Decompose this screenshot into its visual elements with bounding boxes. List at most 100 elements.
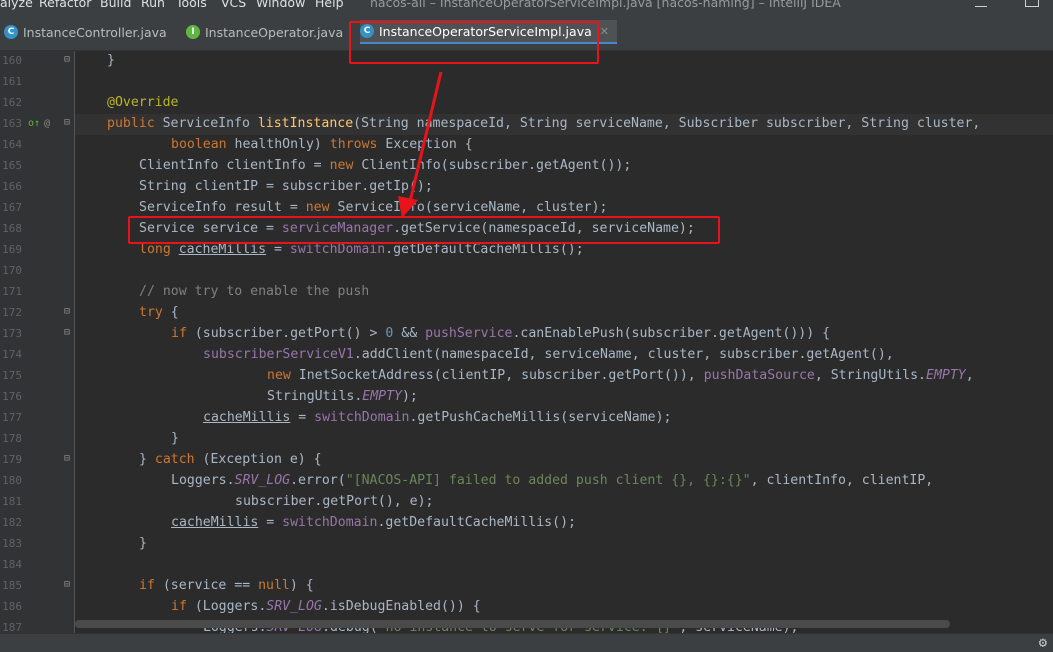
menu-run[interactable]: Run <box>141 0 165 10</box>
tab-instance-controller[interactable]: C InstanceController.java <box>4 20 167 44</box>
code-token: EMPTY <box>362 389 402 404</box>
tab-label: InstanceOperator.java <box>205 24 344 40</box>
menu-help[interactable]: Help <box>315 0 344 10</box>
menu-tools[interactable]: Tools <box>176 0 207 10</box>
code-token: new <box>267 368 299 383</box>
line-number: 162 <box>2 96 22 109</box>
code-line: } <box>139 533 147 554</box>
line-number: 169 <box>2 243 22 256</box>
code-token: switchDomain <box>282 515 378 530</box>
interface-icon: I <box>186 25 200 39</box>
menu-refactor[interactable]: Refactor <box>39 0 91 10</box>
line-number: 160 <box>2 54 22 67</box>
code-highlight-box <box>128 216 720 244</box>
fold-icon[interactable]: ⊟ <box>64 579 70 590</box>
code-token: ClientInfo clientInfo = <box>139 158 330 173</box>
code-token: ServiceInfo(serviceName, cluster); <box>337 200 608 215</box>
minimize-icon[interactable] <box>975 0 987 7</box>
line-number: 181 <box>2 495 22 508</box>
code-token: // now try to enable the push <box>139 284 370 299</box>
tab-label: InstanceController.java <box>23 24 167 40</box>
code-token: "[NACOS-API] failed to added push client… <box>345 473 751 488</box>
fold-icon[interactable]: ⊟ <box>64 117 70 128</box>
class-icon: C <box>4 25 18 39</box>
fold-icon[interactable]: ⊟ <box>64 327 70 338</box>
code-line: @Override <box>107 92 178 113</box>
status-bar: ⚙ <box>0 633 1053 652</box>
code-token: pushService <box>425 326 513 341</box>
line-number: 185 <box>2 579 22 592</box>
editor-tab-bar: C InstanceController.java I InstanceOper… <box>0 14 1053 64</box>
code-line: try { <box>139 302 179 323</box>
code-token: 0 <box>385 326 402 341</box>
code-token: cacheMillis <box>203 410 291 425</box>
code-token: , clientInfo, clientIP, <box>750 473 934 488</box>
line-number: 167 <box>2 201 22 214</box>
code-token: } <box>171 431 179 446</box>
code-editor[interactable]: } @Override public ServiceInfo listInstanc… <box>75 51 1053 633</box>
code-line: if (Loggers.SRV_LOG.isDebugEnabled()) { <box>171 596 481 617</box>
code-token: ClientInfo(subscriber.getAgent()); <box>361 158 632 173</box>
code-token: .canEnablePush(subscriber.getAgent())) { <box>512 326 831 341</box>
code-token: null <box>258 578 290 593</box>
line-number: 173 <box>2 327 22 340</box>
maximize-icon[interactable] <box>1025 0 1039 7</box>
code-token: , <box>965 368 974 383</box>
code-token: ServiceInfo result = <box>139 200 306 215</box>
code-line: ClientInfo clientInfo = new ClientInfo(s… <box>139 155 631 176</box>
code-line: cacheMillis = switchDomain.getPushCacheM… <box>203 407 671 428</box>
fold-icon[interactable]: ⊟ <box>64 306 70 317</box>
code-token: new <box>305 200 338 215</box>
code-token: } <box>107 53 115 68</box>
code-token: .addClient(namespaceId, serviceName, clu… <box>353 347 894 362</box>
code-token: throws <box>329 137 386 152</box>
code-token: listInstance <box>257 116 354 131</box>
code-token: (Exception e) { <box>202 452 322 467</box>
menu-window[interactable]: Window <box>256 0 305 10</box>
code-token: if <box>171 599 195 614</box>
code-line: public ServiceInfo listInstance(String n… <box>107 113 980 134</box>
line-number: 164 <box>2 138 22 151</box>
override-icon[interactable]: o↑ <box>28 118 40 129</box>
code-token: subscriber.getPort(), e); <box>235 494 434 509</box>
window-title: nacos-all – InstanceOperatorServiceImpl.… <box>370 0 841 10</box>
close-icon[interactable]: ✕ <box>600 25 609 38</box>
code-token: pushDataSource <box>703 368 815 383</box>
code-token: String clientIP = subscriber.getIp(); <box>139 179 433 194</box>
line-number: 178 <box>2 432 22 445</box>
code-token: catch <box>154 452 203 467</box>
code-token: ); <box>401 389 418 404</box>
code-token: SRV_LOG <box>234 473 291 488</box>
line-number: 177 <box>2 411 22 424</box>
code-token: if <box>171 326 195 341</box>
tab-instance-operator[interactable]: I InstanceOperator.java <box>186 20 343 44</box>
line-number: 182 <box>2 516 22 529</box>
line-number: 170 <box>2 264 22 277</box>
code-token: (Loggers. <box>194 599 267 614</box>
line-number: 171 <box>2 285 22 298</box>
horizontal-scrollbar[interactable] <box>75 620 950 628</box>
menu-build[interactable]: Build <box>100 0 131 10</box>
fold-icon[interactable]: ⊟ <box>64 54 70 65</box>
code-token: { <box>170 305 179 320</box>
fold-icon[interactable]: ⊟ <box>64 453 70 464</box>
line-number: 180 <box>2 474 22 487</box>
code-line: subscriberServiceV1.addClient(namespaceI… <box>203 344 894 365</box>
line-number-gutter: 160 161 162 163 164 165 166 167 168 169 170 171 172 1… <box>0 51 75 633</box>
code-token: ) { <box>289 578 314 593</box>
code-token: healthOnly) <box>234 137 330 152</box>
code-token: (subscriber.getPort() > <box>194 326 386 341</box>
code-token: @Override <box>107 95 179 110</box>
code-token: , StringUtils. <box>814 368 926 383</box>
menu-analyze[interactable]: alyze <box>0 0 33 10</box>
code-token: switchDomain <box>314 410 410 425</box>
menu-vcs[interactable]: VCS <box>221 0 246 10</box>
gear-icon[interactable]: ⚙ <box>1039 635 1047 651</box>
line-number: 184 <box>2 558 22 571</box>
code-token: Exception { <box>385 137 473 152</box>
line-number: 179 <box>2 453 22 466</box>
code-token: Loggers. <box>171 473 235 488</box>
code-token: cacheMillis <box>171 515 259 530</box>
code-token: try <box>139 305 171 320</box>
code-token: EMPTY <box>926 368 966 383</box>
